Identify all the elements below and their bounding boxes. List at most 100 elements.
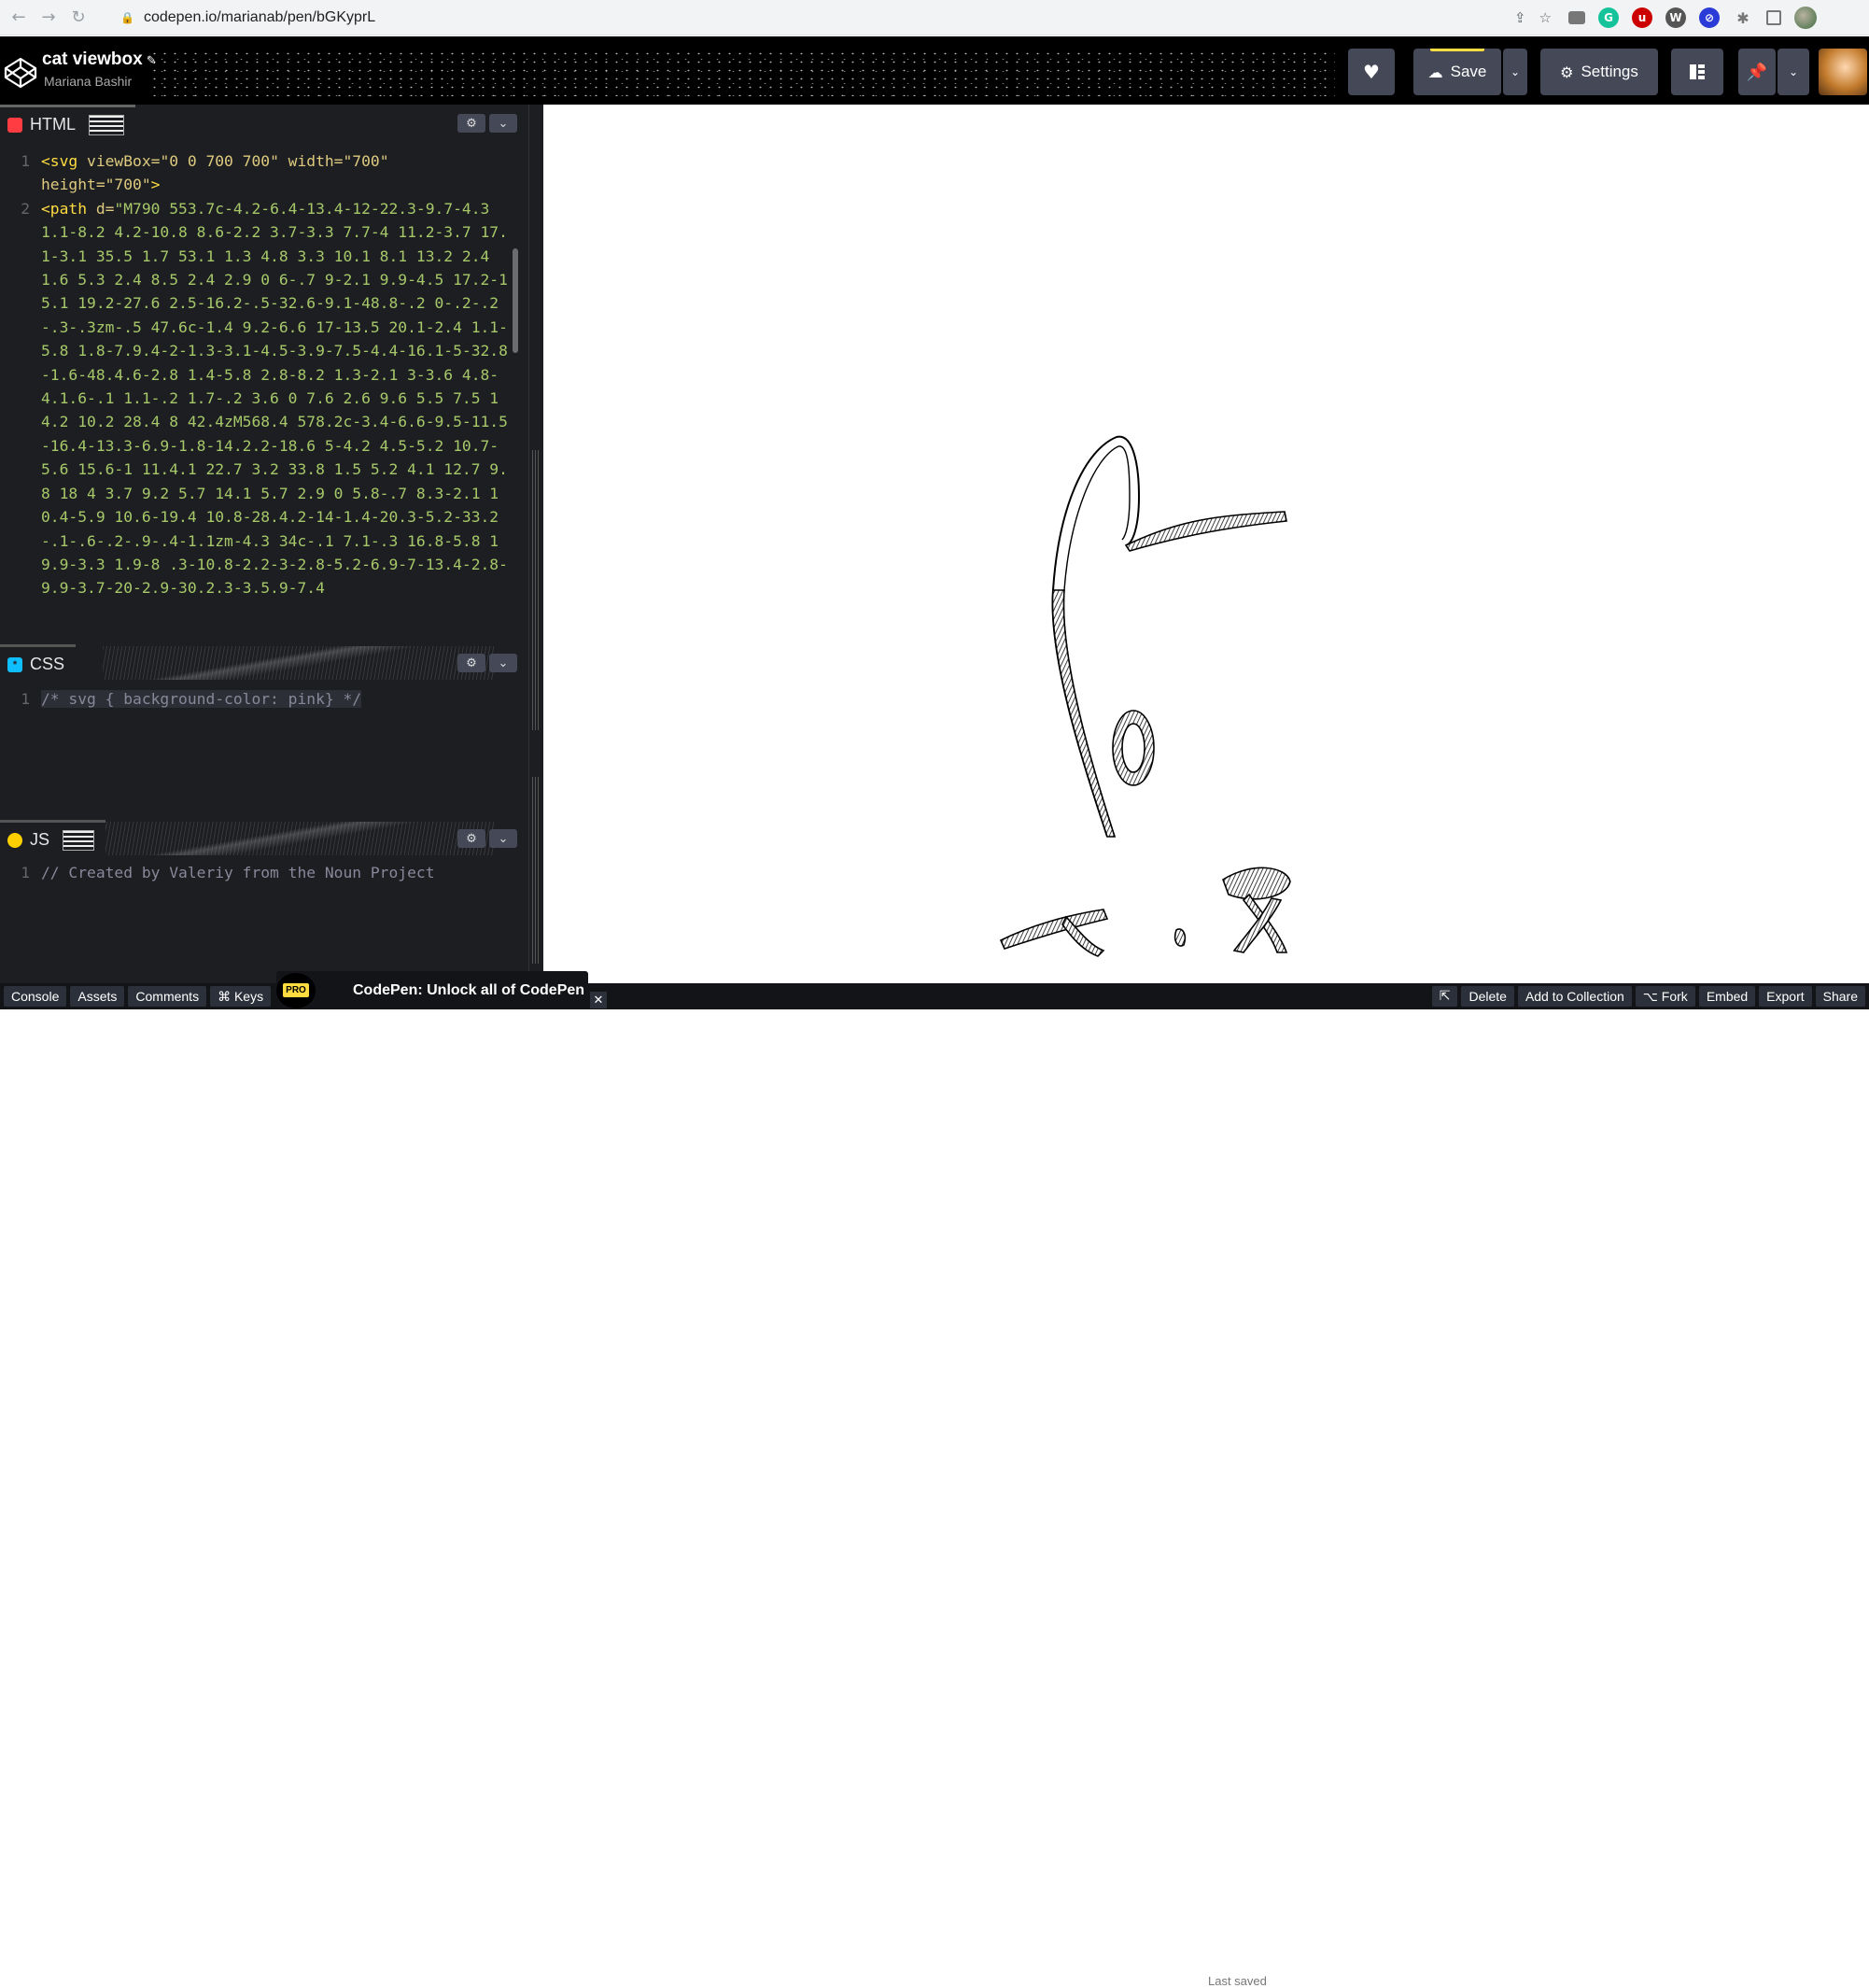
line-number: 1	[21, 690, 30, 708]
assets-button[interactable]: Assets	[70, 986, 125, 1007]
gear-icon: ⚙	[1560, 63, 1574, 81]
html-editor-scrollbar[interactable]	[513, 248, 518, 353]
puzzle-icon[interactable]: ✱	[1733, 7, 1753, 28]
css-collapse-chevron-icon[interactable]: ⌄	[489, 654, 517, 672]
line-number: 2	[21, 199, 30, 218]
layout-icon	[1690, 64, 1705, 79]
url-text[interactable]: codepen.io/marianab/pen/bGKyprL	[144, 9, 375, 26]
delete-button[interactable]: Delete	[1461, 986, 1514, 1007]
html-code-lines[interactable]: <svg viewBox="0 0 700 700" width="700" h…	[41, 149, 515, 600]
ublock-icon[interactable]: u	[1632, 7, 1652, 28]
pen-title[interactable]: cat viewbox ✎	[42, 49, 157, 70]
share-button[interactable]: Share	[1815, 986, 1865, 1007]
chevron-down-icon: ⌄	[1788, 65, 1799, 78]
js-code-editor[interactable]: 1 // Created by Valeriy from the Noun Pr…	[0, 861, 515, 973]
share-icon[interactable]: ⇪	[1514, 9, 1526, 26]
save-button[interactable]: ☁ Save	[1413, 49, 1501, 95]
edit-pencil-icon[interactable]: ✎	[147, 54, 157, 68]
keys-button[interactable]: ⌘ Keys	[210, 986, 272, 1007]
code-path-value: "M790 553.7c-4.2-6.4-13.4-12-22.3-9.7-4.…	[41, 199, 508, 598]
fork-button[interactable]: ⌥ Fork	[1635, 986, 1695, 1007]
js-lang-icon	[7, 832, 22, 848]
js-tab-label: JS	[30, 830, 50, 849]
love-button[interactable]: ♥	[1348, 49, 1395, 95]
pro-promo-banner[interactable]: PRO CodePen: Unlock all of CodePen	[276, 971, 588, 1009]
pro-badge-text: PRO	[283, 983, 309, 997]
html-line-numbers: 1 2	[0, 149, 34, 220]
promo-text[interactable]: CodePen: Unlock all of CodePen	[353, 982, 584, 999]
change-view-button[interactable]	[1671, 49, 1723, 95]
pin-dropdown-button[interactable]: ⌄	[1778, 49, 1809, 95]
css-tab-label: CSS	[30, 655, 65, 673]
star-icon[interactable]: ☆	[1539, 9, 1552, 26]
open-external-icon[interactable]: ⇱	[1431, 986, 1458, 1007]
result-preview[interactable]	[543, 105, 1869, 983]
code-attr: d=	[87, 199, 115, 218]
js-settings-gear-icon[interactable]: ⚙	[457, 829, 485, 848]
codepen-logo-icon[interactable]	[2, 53, 39, 91]
settings-button[interactable]: ⚙ Settings	[1540, 49, 1658, 95]
pro-badge-icon: PRO	[276, 972, 316, 1008]
settings-label: Settings	[1581, 63, 1638, 80]
unsaved-indicator	[1430, 49, 1484, 51]
cat-outline-drawing	[999, 435, 1291, 957]
menu-lines-icon	[63, 829, 95, 851]
wordpress-icon[interactable]: W	[1665, 7, 1686, 28]
browser-toolbar: ← → ↻ 🔒 codepen.io/marianab/pen/bGKyprL …	[0, 0, 1869, 35]
comments-button[interactable]: Comments	[128, 986, 207, 1007]
grammarly-icon[interactable]: G	[1598, 7, 1619, 28]
html-pane-header: HTML ⚙ ⌄	[0, 105, 528, 142]
user-avatar[interactable]	[1819, 49, 1867, 95]
profile-avatar[interactable]	[1794, 7, 1817, 29]
chevron-down-icon: ⌄	[1510, 65, 1521, 78]
js-line-numbers: 1	[0, 861, 34, 884]
css-line-numbers: 1	[0, 687, 34, 711]
html-code-editor[interactable]: 1 2 <svg viewBox="0 0 700 700" width="70…	[0, 149, 515, 635]
console-button[interactable]: Console	[4, 986, 67, 1007]
menu-lines-icon	[89, 114, 124, 135]
address-bar[interactable]: 🔒 codepen.io/marianab/pen/bGKyprL ⇪ ☆	[107, 5, 1559, 31]
html-lang-icon	[7, 117, 22, 133]
css-settings-gear-icon[interactable]: ⚙	[457, 654, 485, 672]
css-code-editor[interactable]: 1 /* svg { background-color: pink} */	[0, 687, 515, 809]
html-tab-label: HTML	[30, 115, 76, 134]
header-noise-texture	[149, 49, 1335, 96]
sidebar-icon[interactable]	[1766, 10, 1781, 25]
close-promo-icon[interactable]: ✕	[590, 992, 607, 1008]
line-number: 1	[21, 864, 30, 881]
cloud-icon: ☁	[1427, 63, 1443, 81]
js-collapse-chevron-icon[interactable]: ⌄	[489, 829, 517, 848]
editor-preview-resizer[interactable]	[528, 105, 543, 983]
pin-button[interactable]: 📌	[1738, 49, 1776, 95]
css-lang-icon: *	[7, 656, 22, 672]
line-number: 1	[21, 152, 30, 170]
code-attrs: viewBox="0 0 700 700" width="700" height…	[41, 152, 389, 194]
export-button[interactable]: Export	[1759, 986, 1812, 1007]
forward-icon[interactable]: →	[37, 7, 60, 29]
reload-icon[interactable]: ↻	[67, 7, 90, 29]
back-icon[interactable]: ←	[7, 7, 30, 29]
pen-author[interactable]: Mariana Bashir	[44, 74, 132, 89]
pin-icon: 📌	[1746, 62, 1768, 82]
html-collapse-chevron-icon[interactable]: ⌄	[489, 114, 517, 133]
code-tag: <path	[41, 199, 88, 218]
header-noise-texture	[103, 646, 495, 680]
editor-column: HTML ⚙ ⌄ 1 2 <svg viewBox="0 0 700 700" …	[0, 105, 528, 983]
css-tab[interactable]: * CSS	[0, 644, 77, 682]
js-code-line: // Created by Valeriy from the Noun Proj…	[41, 864, 435, 881]
html-tab[interactable]: HTML	[0, 105, 135, 142]
js-pane-header: JS ⚙ ⌄	[0, 820, 528, 857]
code-tag: <svg	[41, 152, 78, 170]
pen-title-text[interactable]: cat viewbox	[42, 49, 143, 69]
code-tag-close: >	[150, 176, 161, 194]
save-dropdown-button[interactable]: ⌄	[1503, 49, 1527, 95]
html-settings-gear-icon[interactable]: ⚙	[457, 114, 485, 133]
header-noise-texture	[103, 822, 495, 855]
js-tab[interactable]: JS	[0, 820, 106, 857]
camera-icon[interactable]	[1568, 11, 1585, 24]
add-to-collection-button[interactable]: Add to Collection	[1517, 986, 1632, 1007]
extension-blue-icon[interactable]: ⊘	[1699, 7, 1720, 28]
lock-icon[interactable]: 🔒	[120, 11, 134, 24]
embed-button[interactable]: Embed	[1698, 986, 1756, 1007]
heart-icon: ♥	[1363, 61, 1380, 83]
